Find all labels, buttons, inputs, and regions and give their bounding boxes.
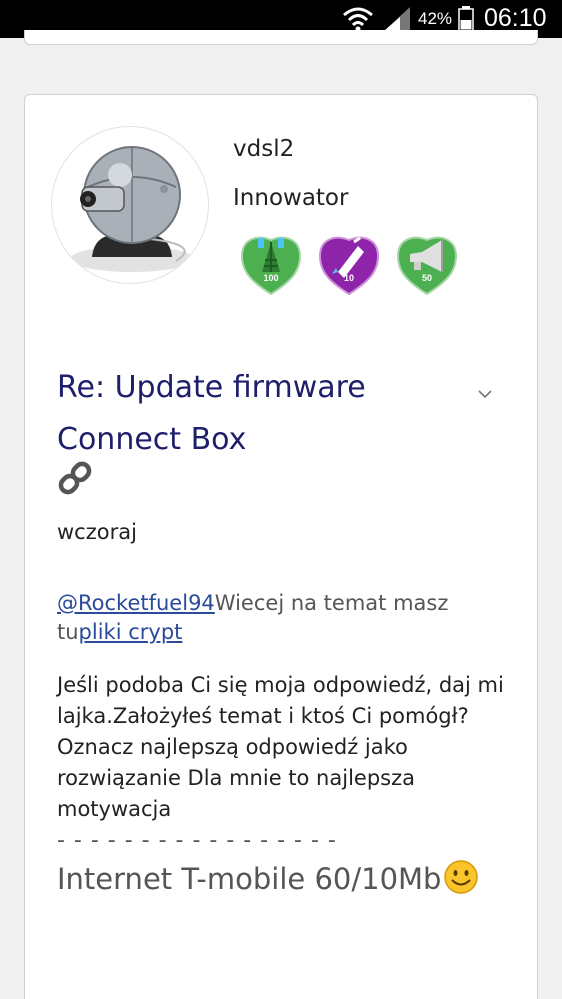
post-body: Jeśli podoba Ci się moja odpowiedź, daj … bbox=[57, 673, 504, 821]
robot-avatar-icon bbox=[70, 146, 194, 272]
badge-megaphone[interactable]: 50 bbox=[396, 232, 458, 296]
clock: 06:10 bbox=[484, 4, 547, 32]
badge-megaphone-value: 50 bbox=[421, 273, 432, 283]
mention-link[interactable]: @Rocketfuel94 bbox=[57, 591, 215, 615]
mention-paragraph: @Rocketfuel94Wiecej na temat masz tuplik… bbox=[57, 589, 497, 647]
signature-text: Internet T-mobile 60/10Mb bbox=[57, 862, 442, 896]
username[interactable]: vdsl2 bbox=[233, 136, 294, 162]
badge-rocket[interactable]: 10 bbox=[318, 232, 380, 296]
post-date: wczoraj bbox=[57, 520, 137, 544]
signature: Internet T-mobile 60/10Mb bbox=[57, 859, 497, 898]
post-title[interactable]: Re: Update firmware Connect Box bbox=[57, 362, 497, 466]
smiley-icon bbox=[444, 860, 479, 894]
antenna-badge-icon bbox=[240, 236, 302, 296]
post-card: vdsl2 Innowator 100 10 50 Re: Update fir… bbox=[24, 94, 538, 999]
previous-post-card bbox=[24, 30, 538, 45]
user-rank: Innowator bbox=[233, 185, 349, 211]
chevron-down-icon[interactable] bbox=[477, 389, 493, 399]
rocket-badge-icon bbox=[318, 236, 380, 296]
badge-antenna-value: 100 bbox=[263, 273, 279, 283]
link-icon[interactable] bbox=[57, 460, 93, 496]
badge-antenna[interactable]: 100 bbox=[240, 232, 302, 296]
battery-icon bbox=[458, 6, 474, 32]
battery-percent: 42% bbox=[418, 9, 453, 28]
signal-icon bbox=[384, 7, 410, 31]
signature-divider: - - - - - - - - - - - - - - - - - bbox=[57, 828, 337, 853]
wifi-icon bbox=[343, 7, 373, 32]
crypt-files-link[interactable]: pliki crypt bbox=[79, 620, 183, 644]
badge-rocket-value: 10 bbox=[343, 273, 354, 283]
megaphone-badge-icon bbox=[396, 236, 458, 296]
avatar[interactable] bbox=[51, 126, 209, 284]
